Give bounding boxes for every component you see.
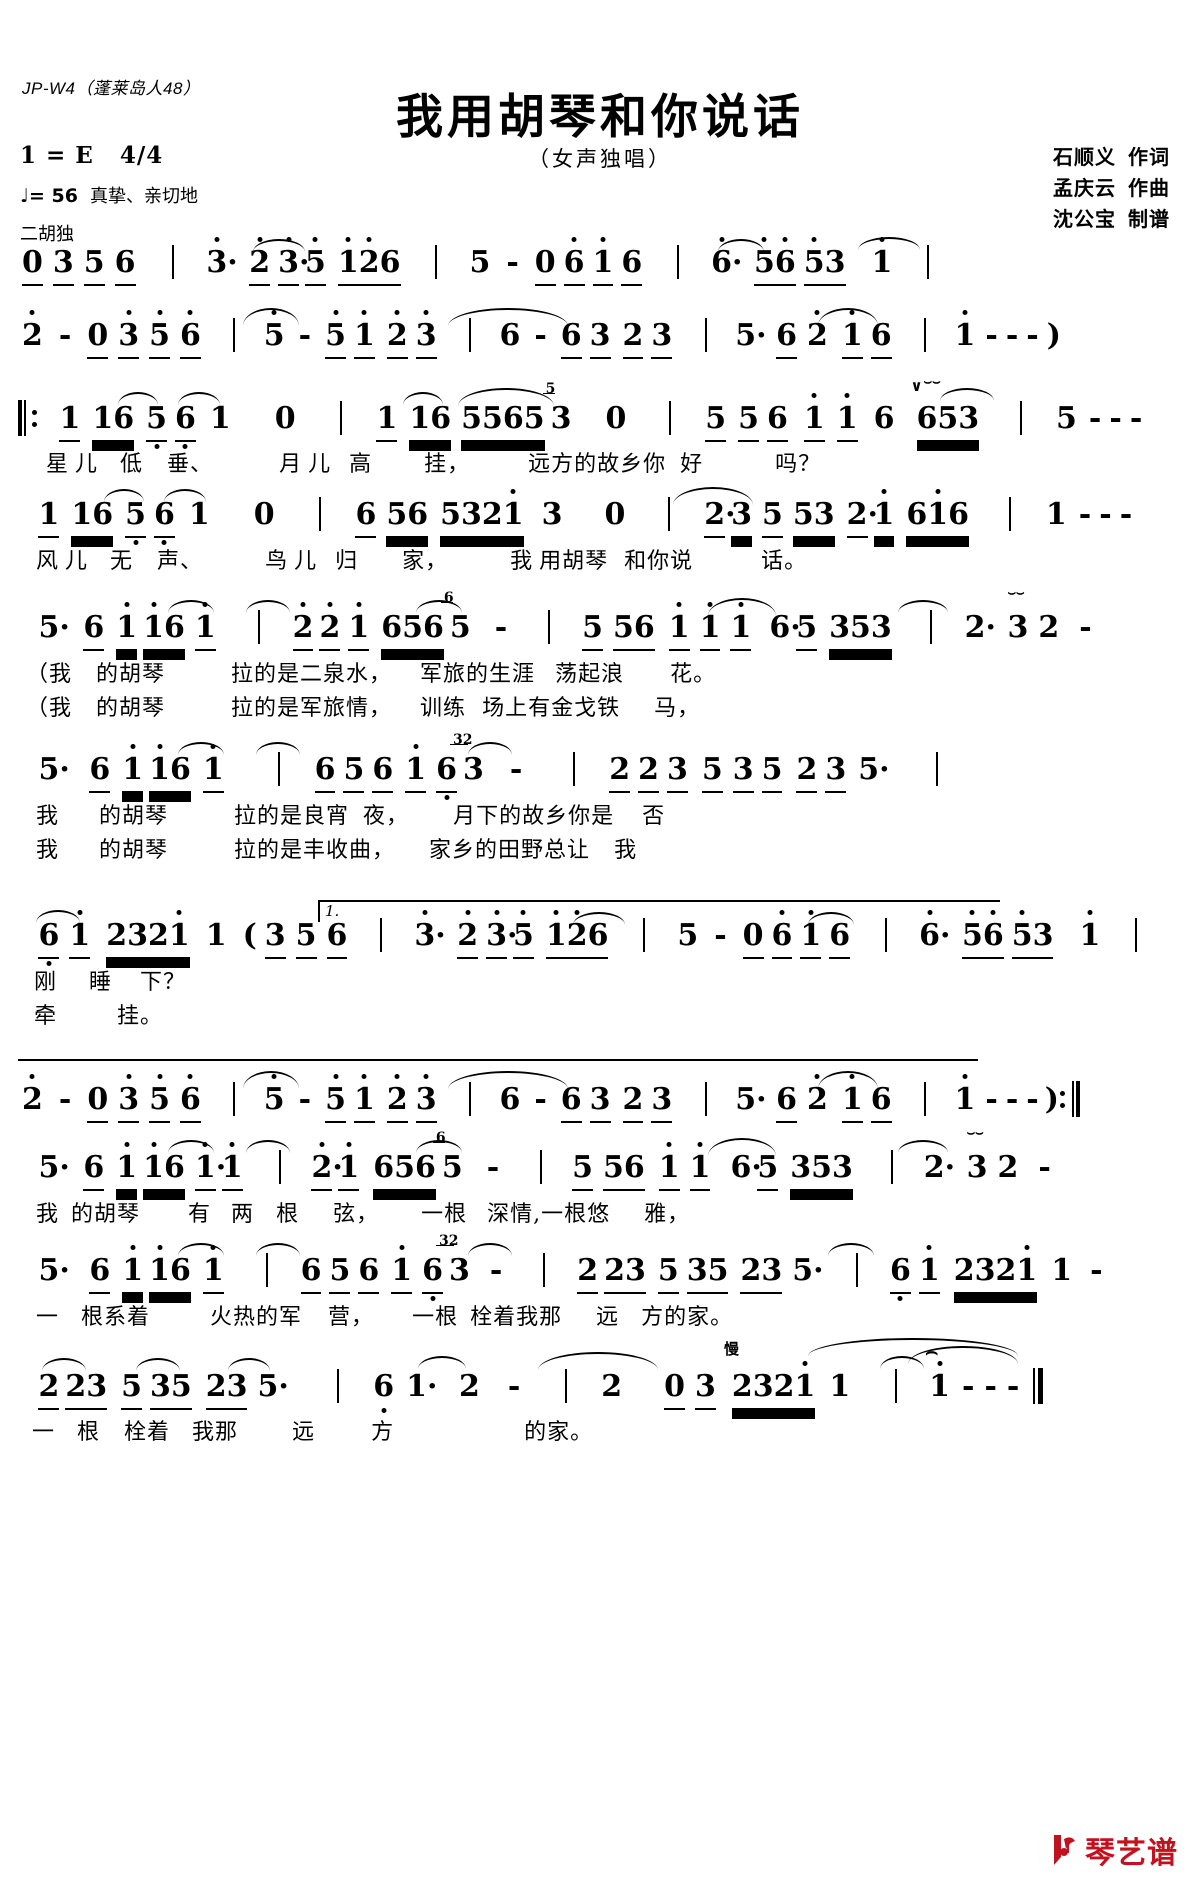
credit-lyricist: 石顺义 作词	[1053, 145, 1170, 169]
expression-marking: 真挚、亲切地	[89, 186, 198, 207]
slur	[178, 1243, 224, 1256]
slur	[416, 600, 462, 613]
slur	[940, 388, 994, 401]
slur	[468, 1243, 512, 1256]
lyric-row-2: （我 的胡琴 拉的是军旅情， 训练 场上有金戈铁 马，	[26, 696, 701, 721]
staff-system-volta-1: 1. 6 1 2321 1(3 5 6 3· 2 3·5 126 5-0616 6· 56 53 1 …	[18, 900, 1182, 1030]
slur	[418, 1356, 466, 1369]
lyric-row-2: 牵挂。	[34, 1004, 164, 1029]
lyric-row: 一根系着 火热的军 营， 一根 栓着我那远方的家。	[36, 1305, 734, 1330]
slur	[118, 392, 158, 405]
slur	[243, 1071, 299, 1089]
slur	[448, 1071, 568, 1089]
note-row: 2-0356 5-5123 6-6323 5· 6 2 1 6 1- - -)	[18, 1071, 1182, 1127]
slur	[448, 308, 568, 326]
staff-system-verse-1a: 1 16 5 6 1 0 1 16 5565 3 5 0 5 5 6 1 1 6 6 ∨ ⌣⌣ 53 5--- 星儿低…	[18, 375, 1182, 478]
volta-continuation-line	[18, 1059, 978, 1061]
time-signature: 4/4	[119, 142, 164, 169]
staff-system-intro-2: 2-0356 5-5123 6-6323 5· 6 2 1 6 1- - -)	[18, 308, 1182, 364]
tempo-marking: ♩= 56 真挚、亲切地	[20, 182, 198, 208]
note-row: 1 16 5 6 1 0 6 56 5321 3 0 2·3 5 53 2·1 616 1---	[18, 487, 1182, 543]
staff-system-chorus-3: 2 23 5 35 23 5· 6 1· 2- 2 0 3 2321 1 1 ⌢ - - - 慢 一根栓着 我那…	[18, 1338, 1182, 1446]
repeat-start-barline	[18, 400, 31, 436]
slur	[246, 600, 290, 613]
slur	[256, 1243, 300, 1256]
credits-block: 石顺义 作词 孟庆云 作曲 沈公宝 制谱	[1053, 142, 1170, 235]
slur	[136, 1358, 180, 1371]
slur	[403, 392, 443, 405]
tempo-value: = 56	[28, 185, 78, 207]
slur	[898, 1140, 948, 1153]
sheet-music-page: JP-W4（蓬莱岛人48） 我用胡琴和你说话 （女声独唱） 1 = E 4/4 ♩…	[0, 0, 1200, 1896]
slur	[246, 1140, 290, 1153]
slur	[104, 489, 144, 502]
lyric-row: 星儿低垂、月儿高挂， 远方的故乡你好吗？	[46, 452, 822, 477]
lyric-row-1: 刚睡下？	[34, 970, 187, 995]
page-title: 我用胡琴和你说话	[396, 90, 804, 145]
slur	[708, 1138, 776, 1156]
slur	[708, 598, 776, 616]
lyric-row: 一根栓着 我那远方的家。	[32, 1420, 594, 1445]
slur	[818, 1071, 878, 1089]
slur	[538, 1352, 658, 1370]
slur	[228, 1358, 270, 1371]
note-row: 5· 6 1 16 1 6 5 6 1 6 3 32- 2 2 3 5 3 5 2 3 5·	[18, 732, 1182, 798]
note-row: 5· 6 1 16 1·1 2·1 656 5 6- 5 56 1 1 6·5 353 2· 3 ⌣⌣ 2-	[18, 1126, 1182, 1196]
slur	[458, 388, 554, 406]
lyric-row-1: 我的胡琴 拉的是良宵 夜， 月下的故乡你是否	[36, 804, 666, 829]
quarter-note-icon: ♩	[20, 185, 29, 207]
staff-system-volta-1-end: 2-0356 5-5123 6-6323 5· 6 2 1 6 1- - -)	[18, 1059, 1182, 1127]
slur	[858, 237, 920, 250]
note-row: 0356 3· 2 3·5 126 5-0616 6· 56 53 1	[18, 237, 1182, 291]
slur	[36, 910, 80, 923]
repeat-end-barline	[1067, 1081, 1080, 1117]
slur	[468, 742, 512, 755]
lyric-row: 我的胡琴有两根弦， 一根 深情,一根悠 雅，	[36, 1202, 691, 1227]
credit-composer: 孟庆云 作曲	[1053, 176, 1170, 200]
note-row: 5· 6 1 16 1 6 5 6 1 6 3 32- 2 23 5 35 23 5· 6 1 2321 1-	[18, 1233, 1182, 1299]
slur	[256, 742, 300, 755]
staff-system-verse-1b: 1 16 5 6 1 0 6 56 5321 3 0 2·3 5 53 2·1 616 1--- 风儿无声…	[18, 487, 1182, 575]
slur	[164, 489, 206, 502]
note-row: 1 16 5 6 1 0 1 16 5565 3 5 0 5 5 6 1 1 6 6 ∨ ⌣⌣ 53 5---	[18, 375, 1182, 446]
tempo-change-label: 慢	[724, 1340, 740, 1358]
page-subtitle: （女声独唱）	[528, 147, 672, 171]
lyric-row: 风儿无声、鸟儿归家，我用胡琴 和你说 话。	[36, 549, 808, 574]
slur	[178, 742, 224, 755]
slur	[416, 1140, 462, 1153]
staff-system-chorus-1: 5· 6 1 16 1·1 2·1 656 5 6- 5 56 1 1 6·5 353 2· 3 ⌣⌣ 2- …	[18, 1126, 1182, 1228]
key-label: 1 = E	[20, 142, 94, 169]
logo-text: 琴艺谱	[1085, 1836, 1178, 1871]
slur	[898, 600, 948, 613]
slur	[718, 239, 764, 252]
note-row: 2-0356 5-5123 6-6323 5· 6 2 1 6 1- - -)	[18, 308, 1182, 364]
key-signature: 1 = E 4/4	[20, 142, 163, 169]
lyric-row-1: （我 的胡琴 拉的是二泉水， 军旅的生涯 荡起浪 花。	[26, 662, 717, 687]
instrument-cue: 二胡独	[20, 224, 74, 245]
final-barline	[1033, 1368, 1044, 1404]
slur	[828, 1243, 874, 1256]
slur	[178, 392, 220, 405]
credit-engraver: 沈公宝 制谱	[1053, 207, 1170, 231]
note-row: 5· 6 1 16 1 2 2 1 656 5 6- 5 56 1 1 1 6·5 353 2· 3 ⌣⌣ 2-	[18, 586, 1182, 656]
site-logo[interactable]: 琴艺谱	[1051, 1828, 1178, 1872]
qinyipu-logo-icon	[1054, 1835, 1075, 1865]
staff-system-verse-3: 5· 6 1 16 1 6 5 6 1 6 3 32- 2 2 3 5 3 5 2 3 5· 我的胡琴 拉的是良宵 夜，…	[18, 732, 1182, 864]
slur	[243, 308, 299, 326]
staff-system-verse-2: 5· 6 1 16 1 2 2 1 656 5 6- 5 56 1 1 1 6·5 353 2· 3 ⌣⌣ 2- （…	[18, 586, 1182, 722]
note-row: 6 1 2321 1(3 5 6 3· 2 3·5 126 5-0616 6· 56 53 1	[18, 910, 1182, 964]
staff-system-intro-1: 0356 3· 2 3·5 126 5-0616 6· 56 53 1	[18, 237, 1182, 291]
slur	[42, 1358, 86, 1371]
slur	[673, 487, 753, 505]
staff-system-chorus-2: 5· 6 1 16 1 6 5 6 1 6 3 32- 2 23 5 35 23 5· 6 1 2321 1- 一根…	[18, 1233, 1182, 1331]
slur	[818, 308, 878, 326]
lyric-row-2: 我的胡琴 拉的是丰收曲， 家乡的田野总让我	[36, 838, 638, 863]
note-row: 2 23 5 35 23 5· 6 1· 2- 2 0 3 2321 1 1 ⌢ - - - 慢	[18, 1338, 1182, 1414]
